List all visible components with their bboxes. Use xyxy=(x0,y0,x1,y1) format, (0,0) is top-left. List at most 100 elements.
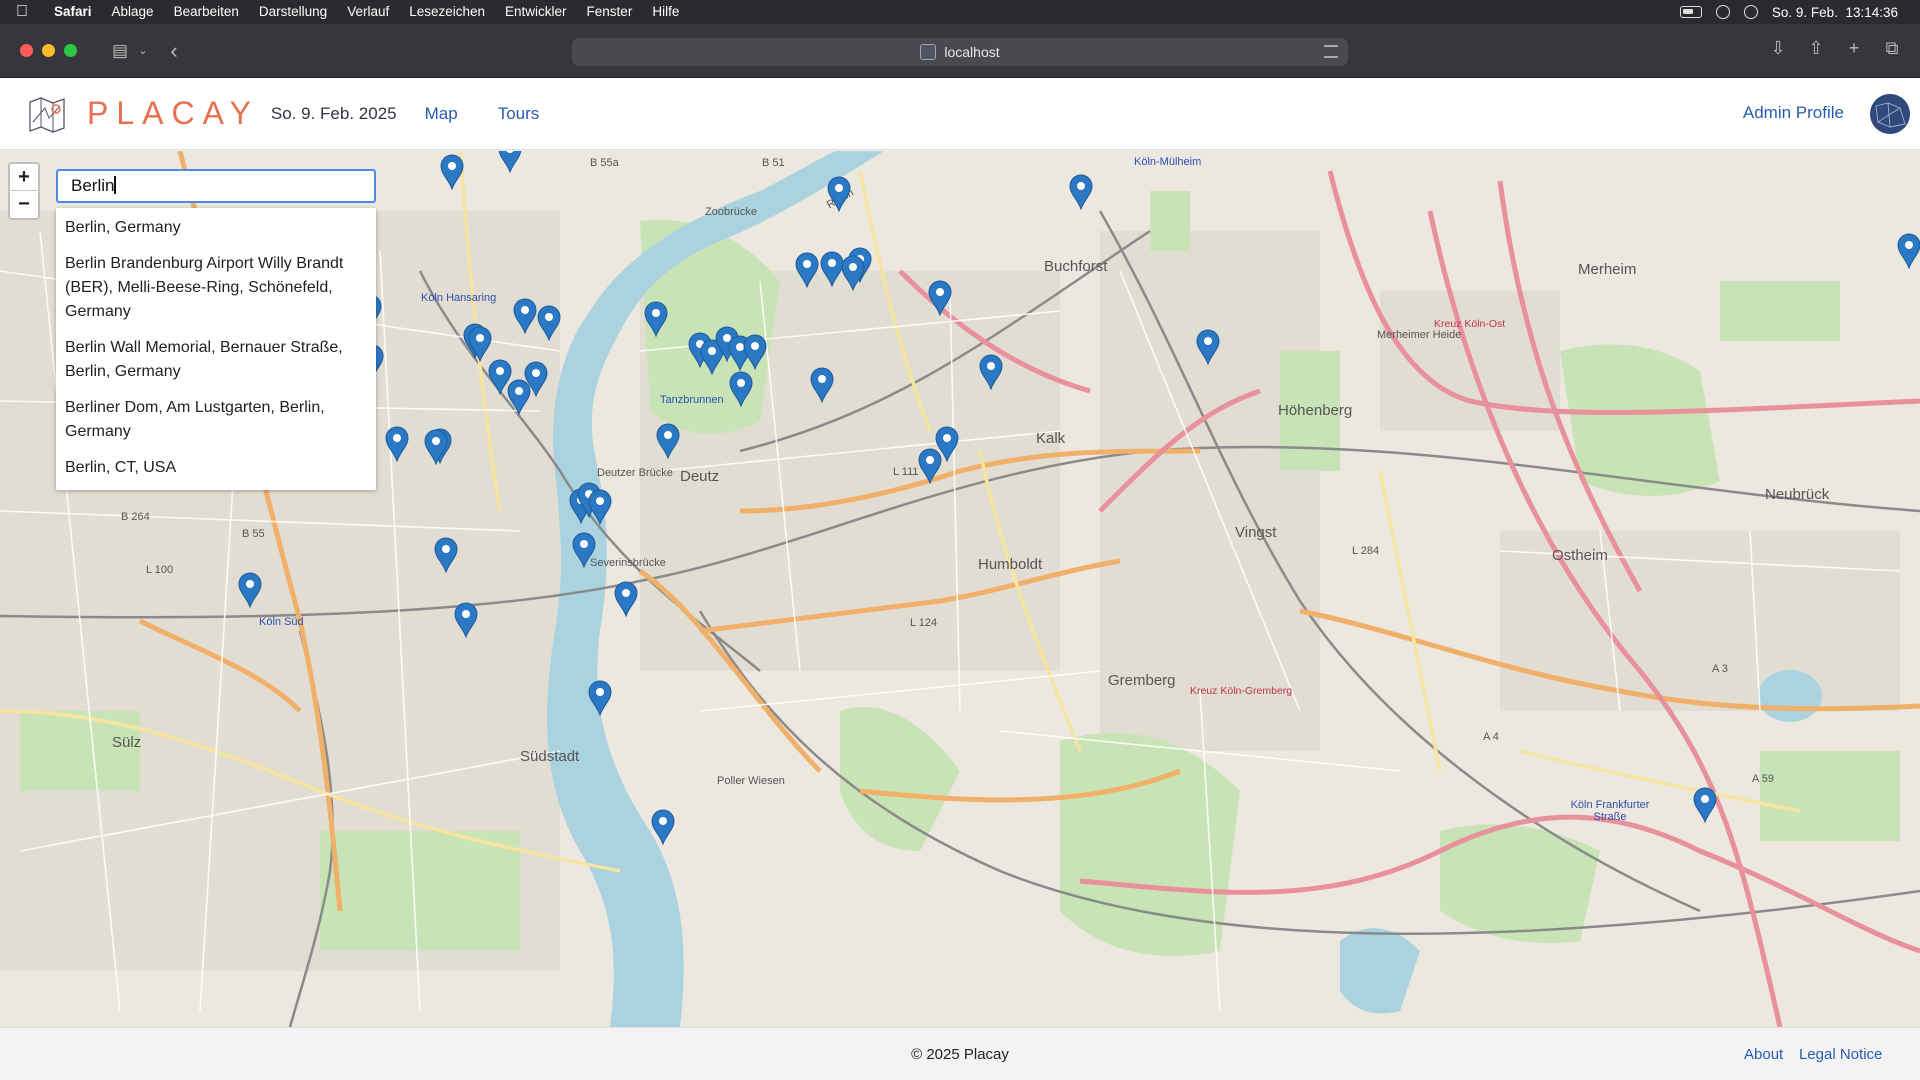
label-b51: B 51 xyxy=(762,157,785,169)
back-arrow-icon[interactable]: ‹ xyxy=(159,38,189,64)
zoom-out-button[interactable]: − xyxy=(8,190,40,220)
label-l100: L 100 xyxy=(146,564,174,576)
map-marker-icon[interactable] xyxy=(440,154,464,190)
about-link[interactable]: About xyxy=(1744,1046,1783,1063)
menu-verlauf[interactable]: Verlauf xyxy=(337,0,399,24)
menu-fenster[interactable]: Fenster xyxy=(577,0,643,24)
map-marker-icon[interactable] xyxy=(827,176,851,212)
new-tab-icon[interactable]: + xyxy=(1842,38,1866,59)
map-marker-icon[interactable] xyxy=(841,255,865,291)
label-l124: L 124 xyxy=(910,617,938,629)
menu-safari[interactable]: Safari xyxy=(44,0,102,24)
header-date: So. 9. Feb. 2025 xyxy=(270,103,397,123)
map-marker-icon[interactable] xyxy=(1069,174,1093,210)
map-marker-icon[interactable] xyxy=(656,423,680,459)
map-marker-icon[interactable] xyxy=(572,532,596,568)
reader-icon[interactable] xyxy=(1324,45,1338,58)
map-marker-icon[interactable] xyxy=(424,429,448,465)
macos-menubar:  Safari Ablage Bearbeiten Darstellung V… xyxy=(0,0,1920,24)
map-marker-icon[interactable] xyxy=(1693,787,1717,823)
map-marker-icon[interactable] xyxy=(928,280,952,316)
search-suggestions: Berlin, Germany Berlin Brandenburg Airpo… xyxy=(56,208,376,490)
map-marker-icon[interactable] xyxy=(918,448,942,484)
share-icon[interactable]: ⇧ xyxy=(1804,38,1828,59)
map-marker-icon[interactable] xyxy=(644,301,668,337)
label-tanzbrunnen: Tanzbrunnen xyxy=(660,394,724,406)
suggestion-item[interactable]: Berlin Wall Memorial, Bernauer Straße, B… xyxy=(56,330,376,390)
label-poller-wiesen: Poller Wiesen xyxy=(717,775,785,787)
label-l111: L 111 xyxy=(893,466,919,478)
label-b264: B 264 xyxy=(121,511,150,523)
app-header: PLACAY So. 9. Feb. 2025 Map Tours Admin … xyxy=(0,78,1920,150)
label-buchforst: Buchforst xyxy=(1044,258,1108,275)
nav-map[interactable]: Map xyxy=(425,104,458,124)
admin-profile-link[interactable]: Admin Profile xyxy=(1743,103,1844,123)
time-machine-icon[interactable] xyxy=(1715,5,1730,19)
map-marker-icon[interactable] xyxy=(588,680,612,716)
control-center-icon[interactable] xyxy=(1743,5,1758,19)
text-caret xyxy=(114,176,116,194)
label-b55a: B 55a xyxy=(590,157,619,169)
map-marker-icon[interactable] xyxy=(979,354,1003,390)
avatar[interactable] xyxy=(1870,94,1910,134)
site-favicon-icon xyxy=(920,44,937,60)
legal-notice-link[interactable]: Legal Notice xyxy=(1799,1046,1882,1063)
label-a59: A 59 xyxy=(1752,773,1775,785)
sidebar-toggle-icon[interactable]: ▤ xyxy=(105,41,135,61)
window-zoom-button[interactable] xyxy=(64,44,77,57)
menu-entwickler[interactable]: Entwickler xyxy=(495,0,577,24)
suggestion-item[interactable]: Berliner Dom, Am Lustgarten, Berlin, Ger… xyxy=(56,390,376,450)
suggestion-item[interactable]: Berlin Brandenburg Airport Willy Brandt … xyxy=(56,246,376,330)
label-koeln-frankfurter-strasse: Köln Frankfurter Straße xyxy=(1570,799,1650,823)
window-minimize-button[interactable] xyxy=(42,44,55,57)
zoom-in-button[interactable]: + xyxy=(8,162,40,192)
map-marker-icon[interactable] xyxy=(454,602,478,638)
map-marker-icon[interactable] xyxy=(743,334,767,370)
map-marker-icon[interactable] xyxy=(507,379,531,415)
map-marker-icon[interactable] xyxy=(434,537,458,573)
map-marker-icon[interactable] xyxy=(651,809,675,845)
label-deutzer-bruecke: Deutzer Brücke xyxy=(597,467,673,479)
location-search-input[interactable]: Berlin xyxy=(56,169,376,203)
map-marker-icon[interactable] xyxy=(810,367,834,403)
label-a3: A 3 xyxy=(1712,663,1728,675)
address-bar[interactable]: localhost xyxy=(572,38,1348,66)
menu-ablage[interactable]: Ablage xyxy=(102,0,164,24)
menu-bearbeiten[interactable]: Bearbeiten xyxy=(164,0,249,24)
map-marker-icon[interactable] xyxy=(1897,233,1920,269)
chevron-down-icon[interactable]: ⌄ xyxy=(135,44,151,57)
label-l284: L 284 xyxy=(1352,545,1380,557)
label-severinsbruecke: Severinsbrücke xyxy=(590,557,666,569)
address-url: localhost xyxy=(944,44,1000,60)
map-marker-icon[interactable] xyxy=(614,581,638,617)
nav-tours[interactable]: Tours xyxy=(498,104,540,124)
map-marker-icon[interactable] xyxy=(537,305,561,341)
menu-darstellung[interactable]: Darstellung xyxy=(249,0,337,24)
label-neubruck: Neubrück xyxy=(1765,486,1830,503)
map-marker-icon[interactable] xyxy=(498,151,522,173)
label-koeln-sued: Köln Süd xyxy=(259,616,304,628)
map-marker-icon[interactable] xyxy=(729,371,753,407)
map-marker-icon[interactable] xyxy=(238,572,262,608)
suggestion-item[interactable]: Berlin, Germany xyxy=(56,210,376,246)
placay-logo-icon[interactable] xyxy=(27,94,67,134)
menu-hilfe[interactable]: Hilfe xyxy=(642,0,689,24)
menubar-clock[interactable]: So. 9. Feb. 13:14:36 xyxy=(1772,5,1898,20)
tab-overview-icon[interactable]: ⧉ xyxy=(1880,38,1904,59)
battery-icon[interactable] xyxy=(1679,6,1702,18)
download-icon[interactable]: ⇩ xyxy=(1766,38,1790,59)
apple-menu-icon[interactable]:  xyxy=(0,3,44,21)
map-canvas[interactable]: Köln-Mülheim Zoobrücke Buchforst Merheim… xyxy=(0,151,1920,1027)
brand-name[interactable]: PLACAY xyxy=(87,95,259,132)
label-merheim: Merheim xyxy=(1578,261,1637,278)
label-humboldt: Humboldt xyxy=(978,556,1043,573)
map-marker-icon[interactable] xyxy=(385,426,409,462)
menu-lesezeichen[interactable]: Lesezeichen xyxy=(399,0,495,24)
map-marker-icon[interactable] xyxy=(1196,329,1220,365)
map-marker-icon[interactable] xyxy=(513,298,537,334)
suggestion-item[interactable]: Berlin, CT, USA xyxy=(56,450,376,486)
window-close-button[interactable] xyxy=(20,44,33,57)
map-marker-icon[interactable] xyxy=(588,489,612,525)
map-marker-icon[interactable] xyxy=(795,252,819,288)
map-marker-icon[interactable] xyxy=(468,326,492,362)
